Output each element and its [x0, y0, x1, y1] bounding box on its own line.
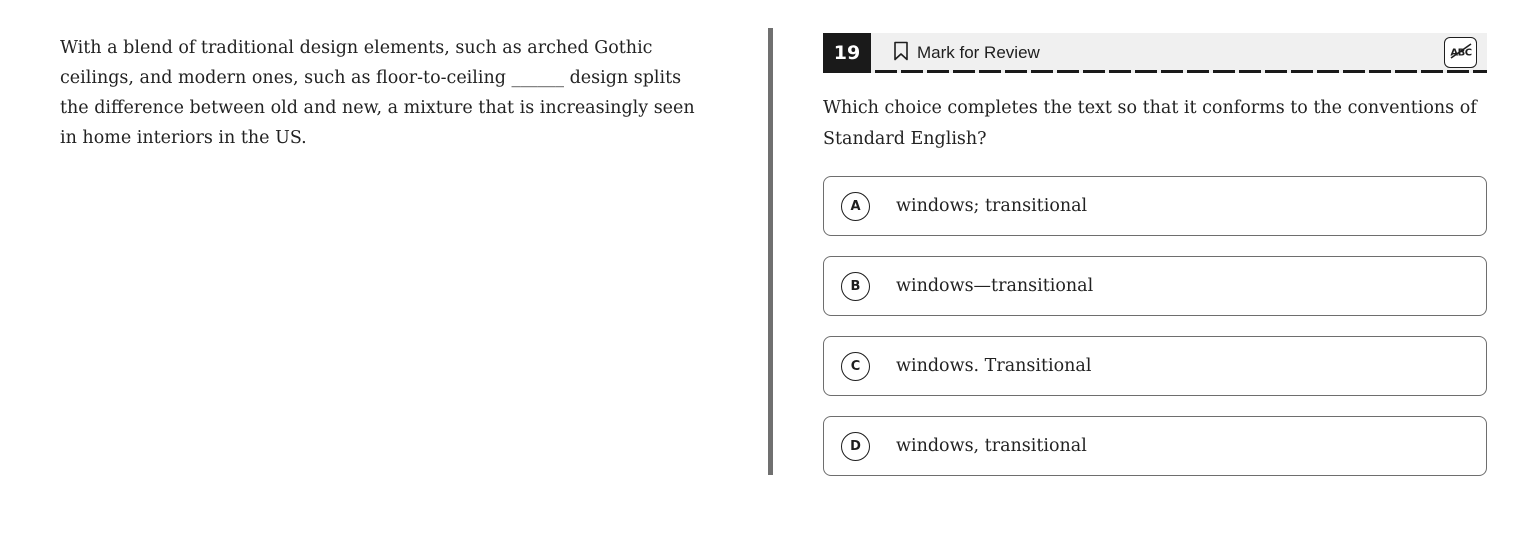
header-dashed-rule: [823, 70, 1487, 73]
bookmark-icon: [893, 41, 909, 65]
mark-for-review-label: Mark for Review: [917, 43, 1040, 62]
answer-option-d[interactable]: D windows, transitional: [823, 416, 1487, 476]
option-letter-c: C: [841, 351, 870, 381]
option-letter-b: B: [841, 271, 870, 301]
passage-pane: With a blend of traditional design eleme…: [60, 33, 700, 153]
answer-option-c[interactable]: C windows. Transitional: [823, 336, 1487, 396]
passage-text: With a blend of traditional design eleme…: [60, 38, 695, 148]
abc-strikethrough-button[interactable]: ABC: [1444, 37, 1477, 68]
mark-for-review-button[interactable]: Mark for Review: [893, 33, 1040, 73]
option-text-b: windows—transitional: [896, 276, 1094, 296]
option-letter-a: A: [841, 191, 870, 221]
question-header: 19 Mark for Review ABC: [823, 33, 1487, 73]
answer-options: A windows; transitional B windows—transi…: [823, 176, 1487, 476]
option-text-a: windows; transitional: [896, 196, 1088, 216]
question-pane: 19 Mark for Review ABC Which choice comp…: [823, 33, 1487, 496]
abc-strikethrough-icon: ABC: [1448, 41, 1474, 65]
option-letter-d: D: [841, 431, 870, 461]
question-number: 19: [823, 33, 871, 73]
answer-option-b[interactable]: B windows—transitional: [823, 256, 1487, 316]
question-prompt: Which choice completes the text so that …: [823, 98, 1477, 149]
option-text-c: windows. Transitional: [896, 356, 1092, 376]
answer-option-a[interactable]: A windows; transitional: [823, 176, 1487, 236]
pane-divider[interactable]: [768, 28, 773, 475]
option-text-d: windows, transitional: [896, 436, 1087, 456]
